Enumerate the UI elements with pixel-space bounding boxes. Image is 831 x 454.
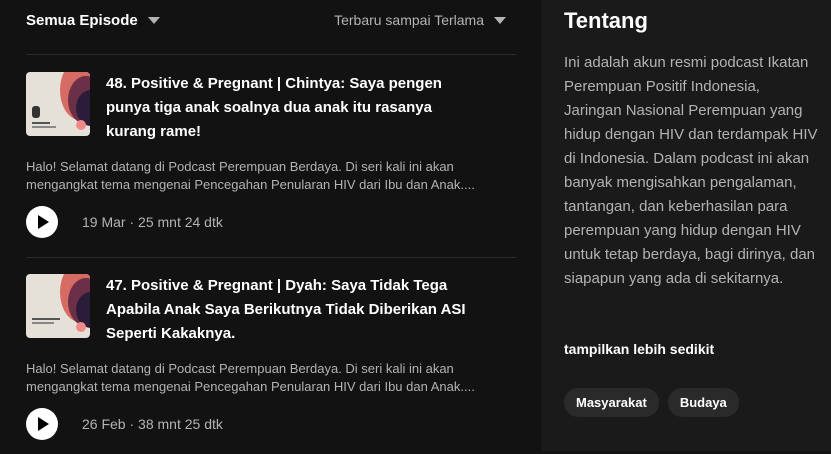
episodes-filter-label: Semua Episode [26,12,138,29]
episode-filter-bar: Semua Episode Terbaru sampai Terlama [26,12,516,34]
episode-description: Halo! Selamat datang di Podcast Perempua… [26,159,475,192]
episode-list-section: Semua Episode Terbaru sampai Terlama 48.… [26,0,516,451]
episode-meta: 26 Feb · 38 mnt 25 dtk [82,416,223,432]
chevron-down-icon [494,16,506,24]
episode-title[interactable]: 48. Positive & Pregnant | Chintya: Saya … [106,72,486,144]
meta-separator: · [129,416,139,432]
episode-duration: 25 mnt 24 dtk [138,214,223,230]
category-tags: Masyarakat Budaya [564,388,739,417]
about-title: Tentang [564,8,648,33]
episodes-filter-dropdown[interactable]: Semua Episode [26,12,160,29]
play-icon [38,215,49,229]
podcast-page: Semua Episode Terbaru sampai Terlama 48.… [0,0,831,451]
episode-item[interactable]: 48. Positive & Pregnant | Chintya: Saya … [26,72,516,252]
episode-cover-image [26,72,90,136]
divider [26,54,516,55]
tag-masyarakat[interactable]: Masyarakat [564,388,659,417]
meta-separator: · [129,214,139,230]
episode-item[interactable]: 47. Positive & Pregnant | Dyah: Saya Tid… [26,274,516,454]
about-panel: Tentang Ini adalah akun resmi podcast Ik… [541,0,831,451]
play-button[interactable] [26,206,58,238]
about-description: Ini adalah akun resmi podcast Ikatan Per… [564,54,818,287]
episode-cover-image [26,274,90,338]
show-less-link[interactable]: tampilkan lebih sedikit [564,341,714,357]
play-button[interactable] [26,408,58,440]
divider [26,257,516,258]
chevron-down-icon [147,17,160,24]
episode-duration: 38 mnt 25 dtk [138,416,223,432]
episode-date: 26 Feb [82,416,126,432]
play-icon [38,417,49,431]
sort-dropdown[interactable]: Terbaru sampai Terlama [334,12,506,28]
episode-date: 19 Mar [82,214,126,230]
episode-description: Halo! Selamat datang di Podcast Perempua… [26,361,475,394]
sort-label: Terbaru sampai Terlama [334,12,484,28]
tag-budaya[interactable]: Budaya [667,388,739,417]
episode-title[interactable]: 47. Positive & Pregnant | Dyah: Saya Tid… [106,274,486,346]
episode-meta: 19 Mar · 25 mnt 24 dtk [82,214,223,230]
